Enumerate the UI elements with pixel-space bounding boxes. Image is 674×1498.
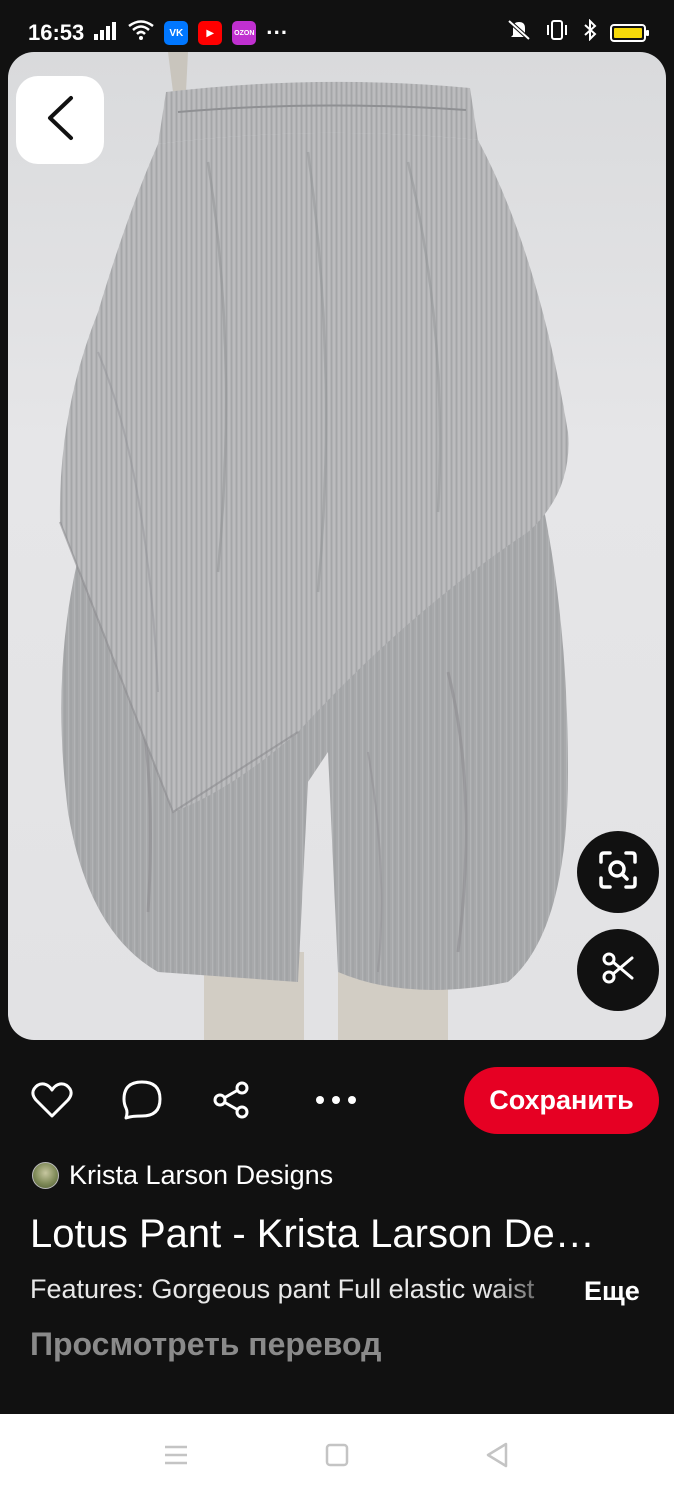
clock: 16:53 — [28, 20, 85, 45]
like-button[interactable] — [30, 1080, 74, 1124]
bluetooth-icon — [582, 18, 598, 47]
crop-button[interactable] — [577, 929, 659, 1011]
avatar[interactable] — [32, 1162, 59, 1189]
share-icon — [211, 1080, 251, 1125]
description-row: Features: Gorgeous pant Full elastic wai… — [30, 1274, 650, 1314]
comment-icon — [121, 1079, 163, 1126]
chevron-left-icon — [45, 95, 75, 146]
pin-detail-screen: 16:53 VK ▶ OZON ··· Сохранить Krista Lar… — [0, 0, 674, 1498]
ellipsis-icon — [314, 1093, 358, 1111]
menu-icon — [164, 1444, 188, 1471]
pin-image[interactable] — [8, 52, 666, 1040]
wifi-icon — [128, 20, 155, 46]
back-button[interactable] — [16, 76, 104, 164]
share-button[interactable] — [209, 1080, 253, 1124]
scissors-icon — [601, 951, 635, 990]
more-button[interactable]: Еще — [584, 1276, 640, 1307]
battery-icon — [610, 24, 649, 42]
comment-button[interactable] — [120, 1080, 164, 1124]
system-nav-bar — [0, 1414, 674, 1498]
vibrate-icon — [544, 19, 570, 47]
more-options-button[interactable] — [314, 1080, 358, 1124]
heart-icon — [31, 1081, 73, 1124]
visual-search-icon — [598, 850, 638, 895]
save-button[interactable]: Сохранить — [464, 1067, 659, 1134]
mute-icon — [506, 19, 532, 47]
ozon-app-icon: OZON — [232, 21, 257, 45]
back-nav-button[interactable] — [482, 1442, 512, 1472]
visual-search-button[interactable] — [577, 831, 659, 913]
pin-description: Features: Gorgeous pant Full elastic wai… — [30, 1274, 535, 1304]
youtube-app-icon: ▶ — [198, 21, 223, 45]
triangle-back-icon — [485, 1442, 509, 1473]
author-row[interactable]: Krista Larson Designs — [32, 1160, 333, 1191]
home-button[interactable] — [322, 1442, 352, 1472]
view-translation-link[interactable]: Просмотреть перевод — [30, 1326, 381, 1363]
vk-app-icon: VK — [164, 21, 189, 45]
more-notifications-icon: ··· — [266, 20, 289, 45]
square-icon — [325, 1443, 349, 1472]
recents-button[interactable] — [161, 1442, 191, 1472]
author-name[interactable]: Krista Larson Designs — [69, 1160, 333, 1191]
pin-title: Lotus Pant - Krista Larson De… — [30, 1212, 595, 1256]
signal-icon — [94, 20, 118, 46]
